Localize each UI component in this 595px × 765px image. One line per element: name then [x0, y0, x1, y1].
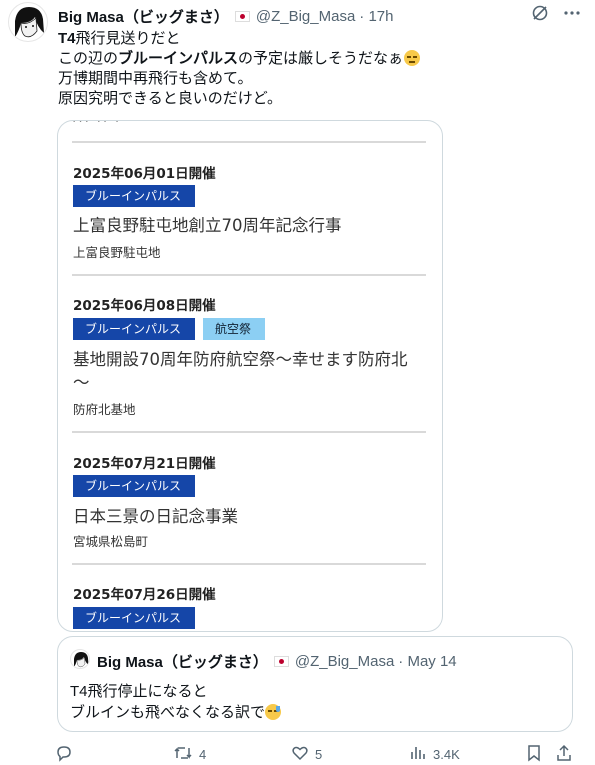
bookmark-icon	[525, 744, 543, 765]
share-icon	[555, 744, 573, 765]
event-tag: ブルーインパルス	[73, 185, 195, 207]
divider	[72, 274, 426, 276]
header-actions	[531, 4, 581, 27]
retweet-icon	[173, 744, 193, 765]
divider	[72, 431, 426, 433]
event-date: 2025年06月08日開催	[73, 298, 216, 314]
quoted-handle: @Z_Big_Masa	[294, 653, 395, 670]
retweet-button[interactable]: 4	[173, 744, 206, 765]
tweet-line-2: この辺のブルーインパルスの予定は厳しそうだなぁ	[58, 49, 421, 69]
heart-icon	[291, 744, 309, 765]
more-icon[interactable]	[563, 4, 581, 27]
quoted-author-name: Big Masa（ビッグまさ）	[97, 654, 268, 671]
event-tag: ブルーインパルス	[73, 475, 195, 497]
share-button[interactable]	[555, 744, 573, 765]
action-bar: 4 5 3.4K	[55, 744, 575, 764]
sweat-emoji-icon	[265, 704, 282, 720]
author-handle[interactable]: @Z_Big_Masa	[256, 8, 355, 25]
views-button[interactable]: 3.4K	[409, 744, 460, 765]
tweet-header: Big Masa（ビッグまさ） @Z_Big_Masa · 17h	[58, 6, 394, 26]
tweet-time[interactable]: · 17h	[359, 8, 393, 25]
event-location: 上富良野駐屯地	[73, 245, 161, 260]
tweet-line-4: 原因究明できると良いのだけど。	[58, 90, 282, 107]
tweet-line-3: 万博期間中再飛行も含めて。	[58, 70, 253, 87]
event-tag: ブルーインパルス	[73, 318, 195, 340]
japan-flag-icon	[234, 10, 250, 22]
event-date: 2025年06月01日開催	[73, 166, 216, 182]
event-tag-airshow: 航空祭	[203, 318, 265, 340]
like-button[interactable]: 5	[291, 744, 322, 765]
quoted-header: Big Masa（ビッグまさ） @Z_Big_Masa · May 14	[97, 651, 457, 672]
retweet-count: 4	[199, 747, 207, 762]
author-name[interactable]: Big Masa（ビッグまさ）	[58, 6, 229, 27]
event-title: 日本三景の日記念事業	[73, 507, 238, 526]
expressionless-emoji-icon	[404, 50, 421, 66]
event-date: 2025年07月21日開催	[73, 456, 216, 472]
quoted-body: T4飛行停止になると ブルインも飛べなくなる訳で	[70, 681, 282, 723]
tweet-image[interactable]: ··· ·· · 2025年06月01日開催 ブルーインパルス 上富良野駐屯地創…	[57, 120, 443, 632]
views-icon	[409, 744, 427, 765]
event-date: 2025年07月26日開催	[73, 587, 216, 603]
tweet-body: T4飛行見送りだと この辺のブルーインパルスの予定は厳しそうだなぁ 万博期間中再…	[58, 29, 421, 109]
cropped-text-fragment: ··· ·· ·	[72, 120, 122, 128]
event-tag: ブルーインパルス	[73, 607, 195, 629]
divider	[72, 563, 426, 565]
divider	[72, 141, 426, 143]
quoted-avatar	[70, 649, 90, 669]
grok-icon[interactable]	[531, 4, 549, 27]
quoted-time: · May 14	[398, 653, 457, 670]
japan-flag-icon	[273, 656, 289, 667]
event-location: 防府北基地	[73, 402, 136, 417]
reply-button[interactable]	[55, 744, 79, 765]
tweet-line-1: T4飛行見送りだと	[58, 30, 181, 47]
avatar[interactable]	[8, 2, 48, 42]
event-location: 宮城県松島町	[73, 534, 149, 549]
bookmark-button[interactable]	[525, 744, 543, 765]
reply-icon	[55, 744, 73, 765]
event-title: 上富良野駐屯地創立70周年記念行事	[73, 216, 342, 235]
event-title: 基地開設70周年防府航空祭～幸せます防府北 ～	[73, 350, 408, 392]
like-count: 5	[315, 747, 323, 762]
views-count: 3.4K	[433, 747, 460, 762]
quoted-tweet[interactable]: Big Masa（ビッグまさ） @Z_Big_Masa · May 14 T4飛…	[57, 636, 573, 732]
